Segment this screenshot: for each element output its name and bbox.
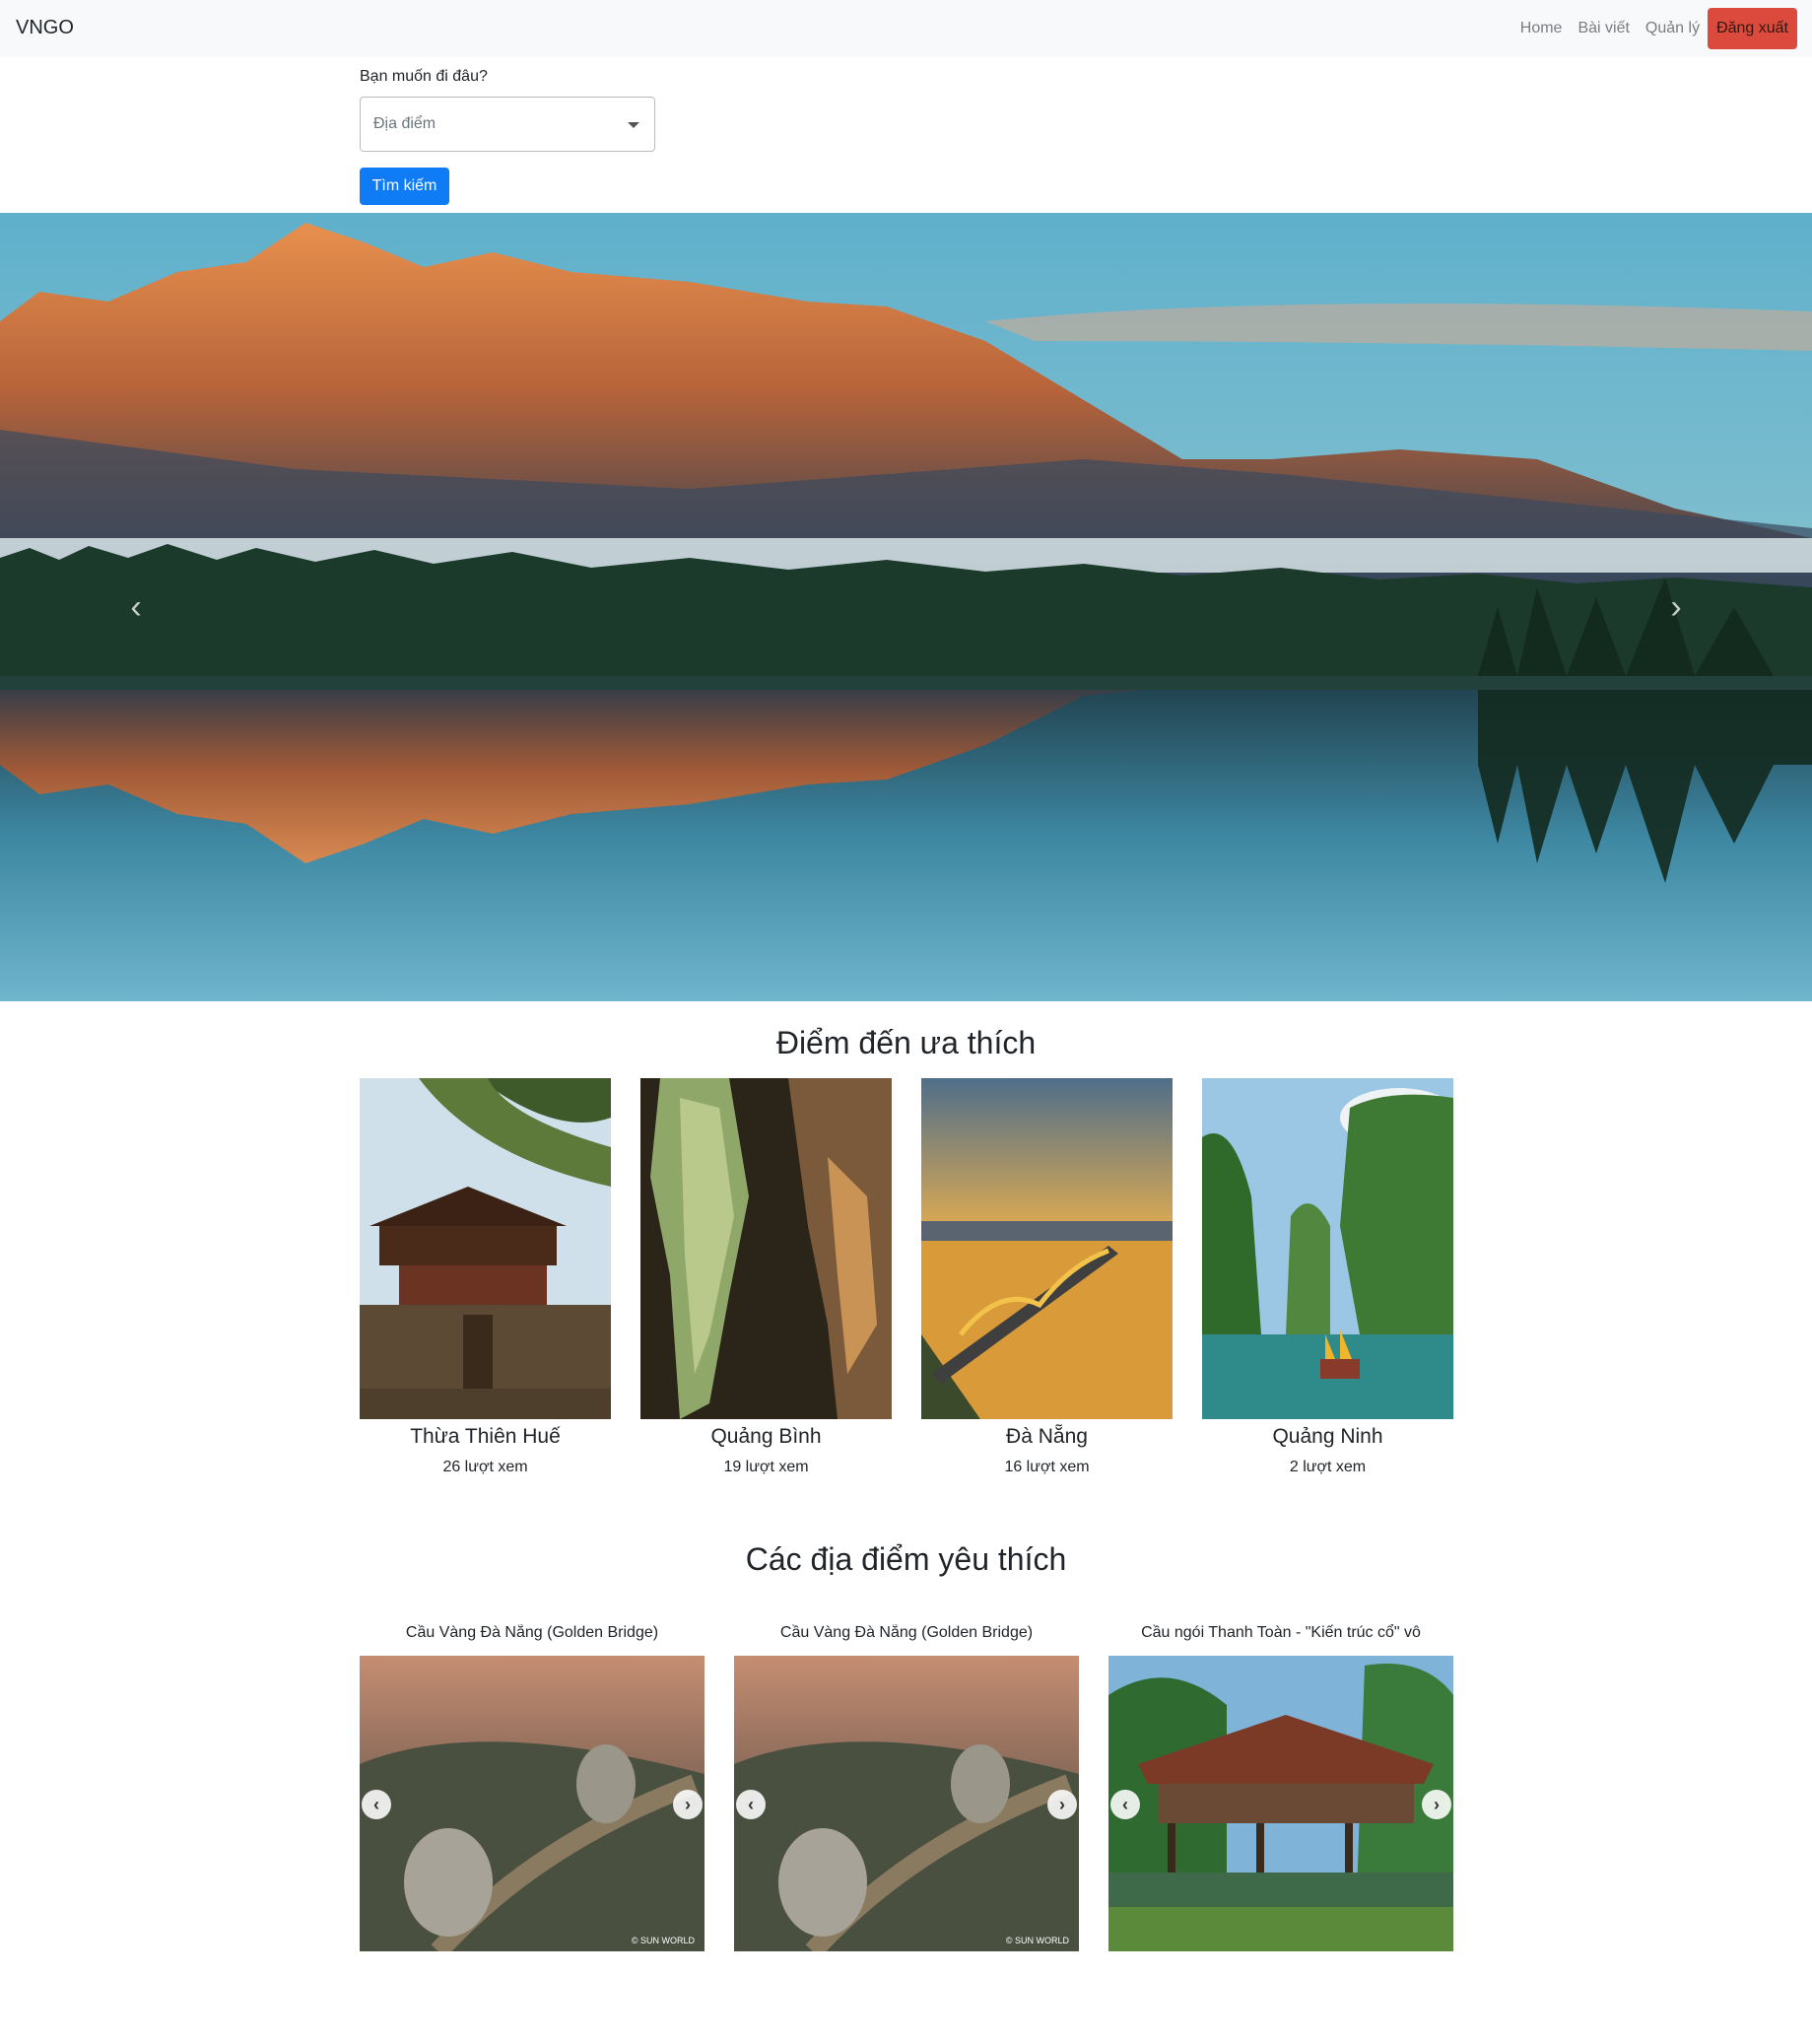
destination-image[interactable] <box>1202 1078 1453 1419</box>
place-image[interactable]: © SUN WORLD ‹ › <box>734 1656 1079 1951</box>
chevron-left-icon[interactable]: ‹ <box>362 1790 391 1819</box>
chevron-right-icon[interactable]: › <box>1047 1790 1077 1819</box>
destination-name[interactable]: Quảng Ninh <box>1202 1425 1453 1449</box>
nav-posts-link[interactable]: Bài viết <box>1570 20 1637 37</box>
search-button[interactable]: Tìm kiếm <box>360 168 449 205</box>
destination-name[interactable]: Đà Nẵng <box>921 1425 1173 1449</box>
hero-image <box>0 213 1812 1001</box>
chevron-right-icon[interactable]: › <box>1422 1790 1451 1819</box>
brand-logo[interactable]: VNGO <box>16 17 74 39</box>
place-caption[interactable]: Cầu Vàng Đà Nẵng (Golden Bridge) <box>360 1624 705 1654</box>
hero-next-icon[interactable]: › <box>1656 587 1696 627</box>
place-image[interactable]: © SUN WORLD ‹ › <box>360 1656 705 1951</box>
place-carousel: Cầu ngói Thanh Toàn - "Kiến trúc cổ" vô … <box>1108 1624 1453 1951</box>
chevron-left-icon[interactable]: ‹ <box>736 1790 766 1819</box>
destination-card[interactable]: Quảng Bình 19 lượt xem <box>640 1078 892 1476</box>
destination-name[interactable]: Quảng Bình <box>640 1425 892 1449</box>
favorites-title: Điểm đến ưa thích <box>775 1025 1037 1060</box>
nav-manage-link[interactable]: Quản lý <box>1638 20 1708 37</box>
hero-carousel: ‹ › <box>0 213 1812 1001</box>
destination-image[interactable] <box>921 1078 1173 1419</box>
location-select-placeholder: Địa điểm <box>373 115 436 132</box>
navbar: VNGO Home Bài viết Quản lý Đăng xuất <box>0 0 1812 57</box>
search-label: Bạn muốn đi đâu? <box>360 68 488 85</box>
destination-card[interactable]: Thừa Thiên Huế 26 lượt xem <box>360 1078 611 1476</box>
place-caption[interactable]: Cầu Vàng Đà Nẵng (Golden Bridge) <box>734 1624 1079 1654</box>
caret-down-icon <box>628 122 639 128</box>
chevron-left-icon[interactable]: ‹ <box>1110 1790 1140 1819</box>
watermark: © SUN WORLD <box>1006 1936 1070 1945</box>
place-carousel: Cầu Vàng Đà Nẵng (Golden Bridge) © SUN W… <box>734 1624 1079 1951</box>
destination-image[interactable] <box>360 1078 611 1419</box>
watermark: © SUN WORLD <box>632 1936 696 1945</box>
nav-home-link[interactable]: Home <box>1512 20 1571 37</box>
destination-views: 16 lượt xem <box>1004 1459 1090 1475</box>
place-image[interactable]: ‹ › <box>1108 1656 1453 1951</box>
hero-prev-icon[interactable]: ‹ <box>116 587 156 627</box>
destination-views: 2 lượt xem <box>1289 1459 1367 1475</box>
destination-card[interactable]: Đà Nẵng 16 lượt xem <box>921 1078 1173 1476</box>
destination-views: 26 lượt xem <box>442 1459 528 1475</box>
place-caption[interactable]: Cầu ngói Thanh Toàn - "Kiến trúc cổ" vô <box>1108 1624 1453 1654</box>
chevron-right-icon[interactable]: › <box>673 1790 703 1819</box>
destination-card[interactable]: Quảng Ninh 2 lượt xem <box>1202 1078 1453 1476</box>
destination-image[interactable] <box>640 1078 892 1419</box>
place-carousel: Cầu Vàng Đà Nẵng (Golden Bridge) © SUN W… <box>360 1624 705 1951</box>
places-title: Các địa điểm yêu thích <box>745 1541 1067 1577</box>
destination-views: 19 lượt xem <box>723 1459 809 1475</box>
nav-links: Home Bài viết Quản lý Đăng xuất <box>1512 8 1797 49</box>
location-select[interactable]: Địa điểm <box>360 97 655 152</box>
logout-button[interactable]: Đăng xuất <box>1708 8 1797 49</box>
destination-name[interactable]: Thừa Thiên Huế <box>360 1425 611 1449</box>
